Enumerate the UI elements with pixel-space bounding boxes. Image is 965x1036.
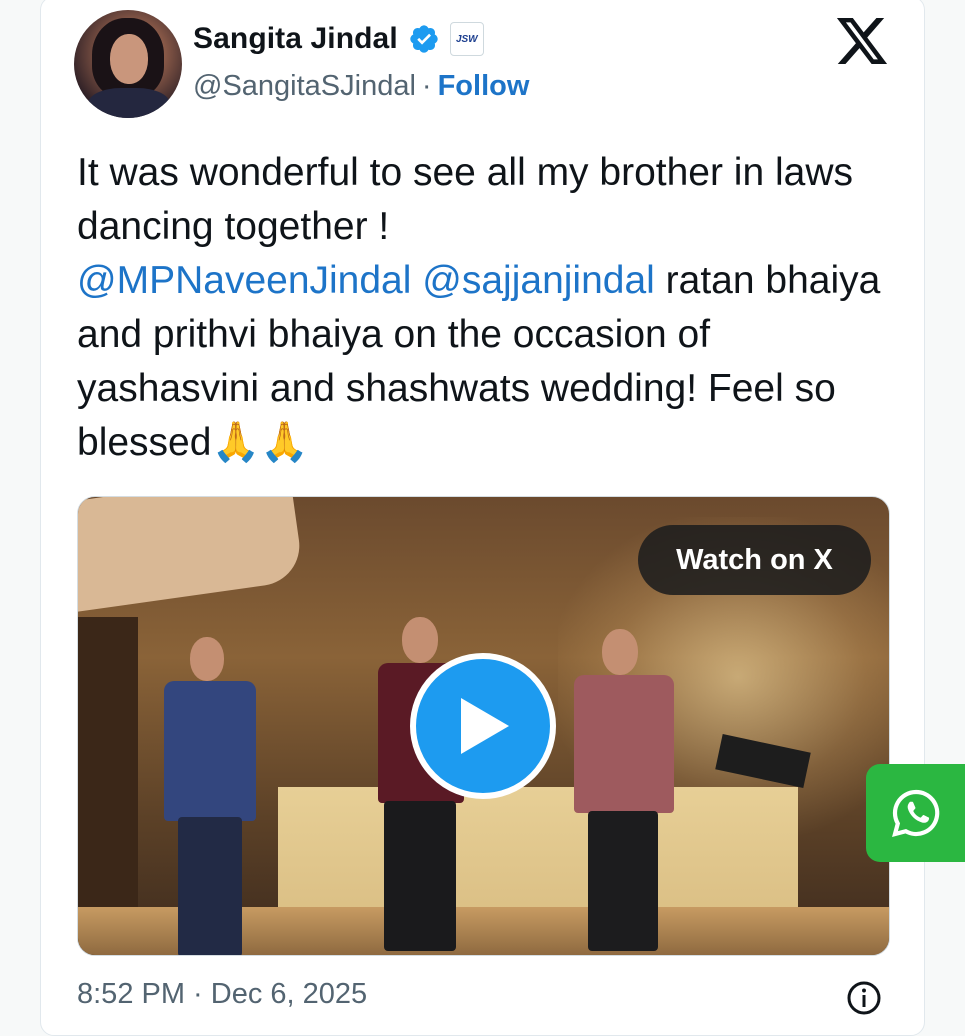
tweet-line-1: It was wonderful to see all my brother i… — [77, 151, 854, 248]
author-handle-row: @SangitaSJindal · Follow — [193, 70, 529, 103]
author-name-row: Sangita Jindal JSW — [193, 22, 484, 56]
play-icon — [461, 698, 509, 754]
handle[interactable]: @SangitaSJindal — [193, 70, 416, 103]
whatsapp-icon — [891, 789, 939, 837]
mention-mpnaveenjindal[interactable]: @MPNaveenJindal — [77, 259, 411, 302]
avatar[interactable] — [74, 10, 182, 118]
mention-sajjanjindal[interactable]: @sajjanjindal — [422, 259, 655, 302]
tweet-text: It was wonderful to see all my brother i… — [77, 146, 887, 470]
display-name[interactable]: Sangita Jindal — [193, 22, 398, 56]
folded-hands-emoji: 🙏🙏 — [211, 421, 309, 464]
tweet-timestamp[interactable]: 8:52 PM · Dec 6, 2025 — [77, 978, 367, 1011]
separator: · — [421, 70, 432, 102]
whatsapp-share-button[interactable] — [866, 764, 965, 862]
watch-on-x-button[interactable]: Watch on X — [638, 525, 871, 595]
follow-button[interactable]: Follow — [438, 70, 530, 103]
video-media[interactable]: Watch on X — [77, 496, 890, 956]
verified-badge-icon — [408, 23, 440, 55]
info-icon[interactable] — [846, 980, 882, 1016]
x-logo-icon[interactable] — [836, 18, 888, 64]
play-button[interactable] — [410, 653, 556, 799]
affiliate-badge-icon: JSW — [449, 22, 484, 56]
